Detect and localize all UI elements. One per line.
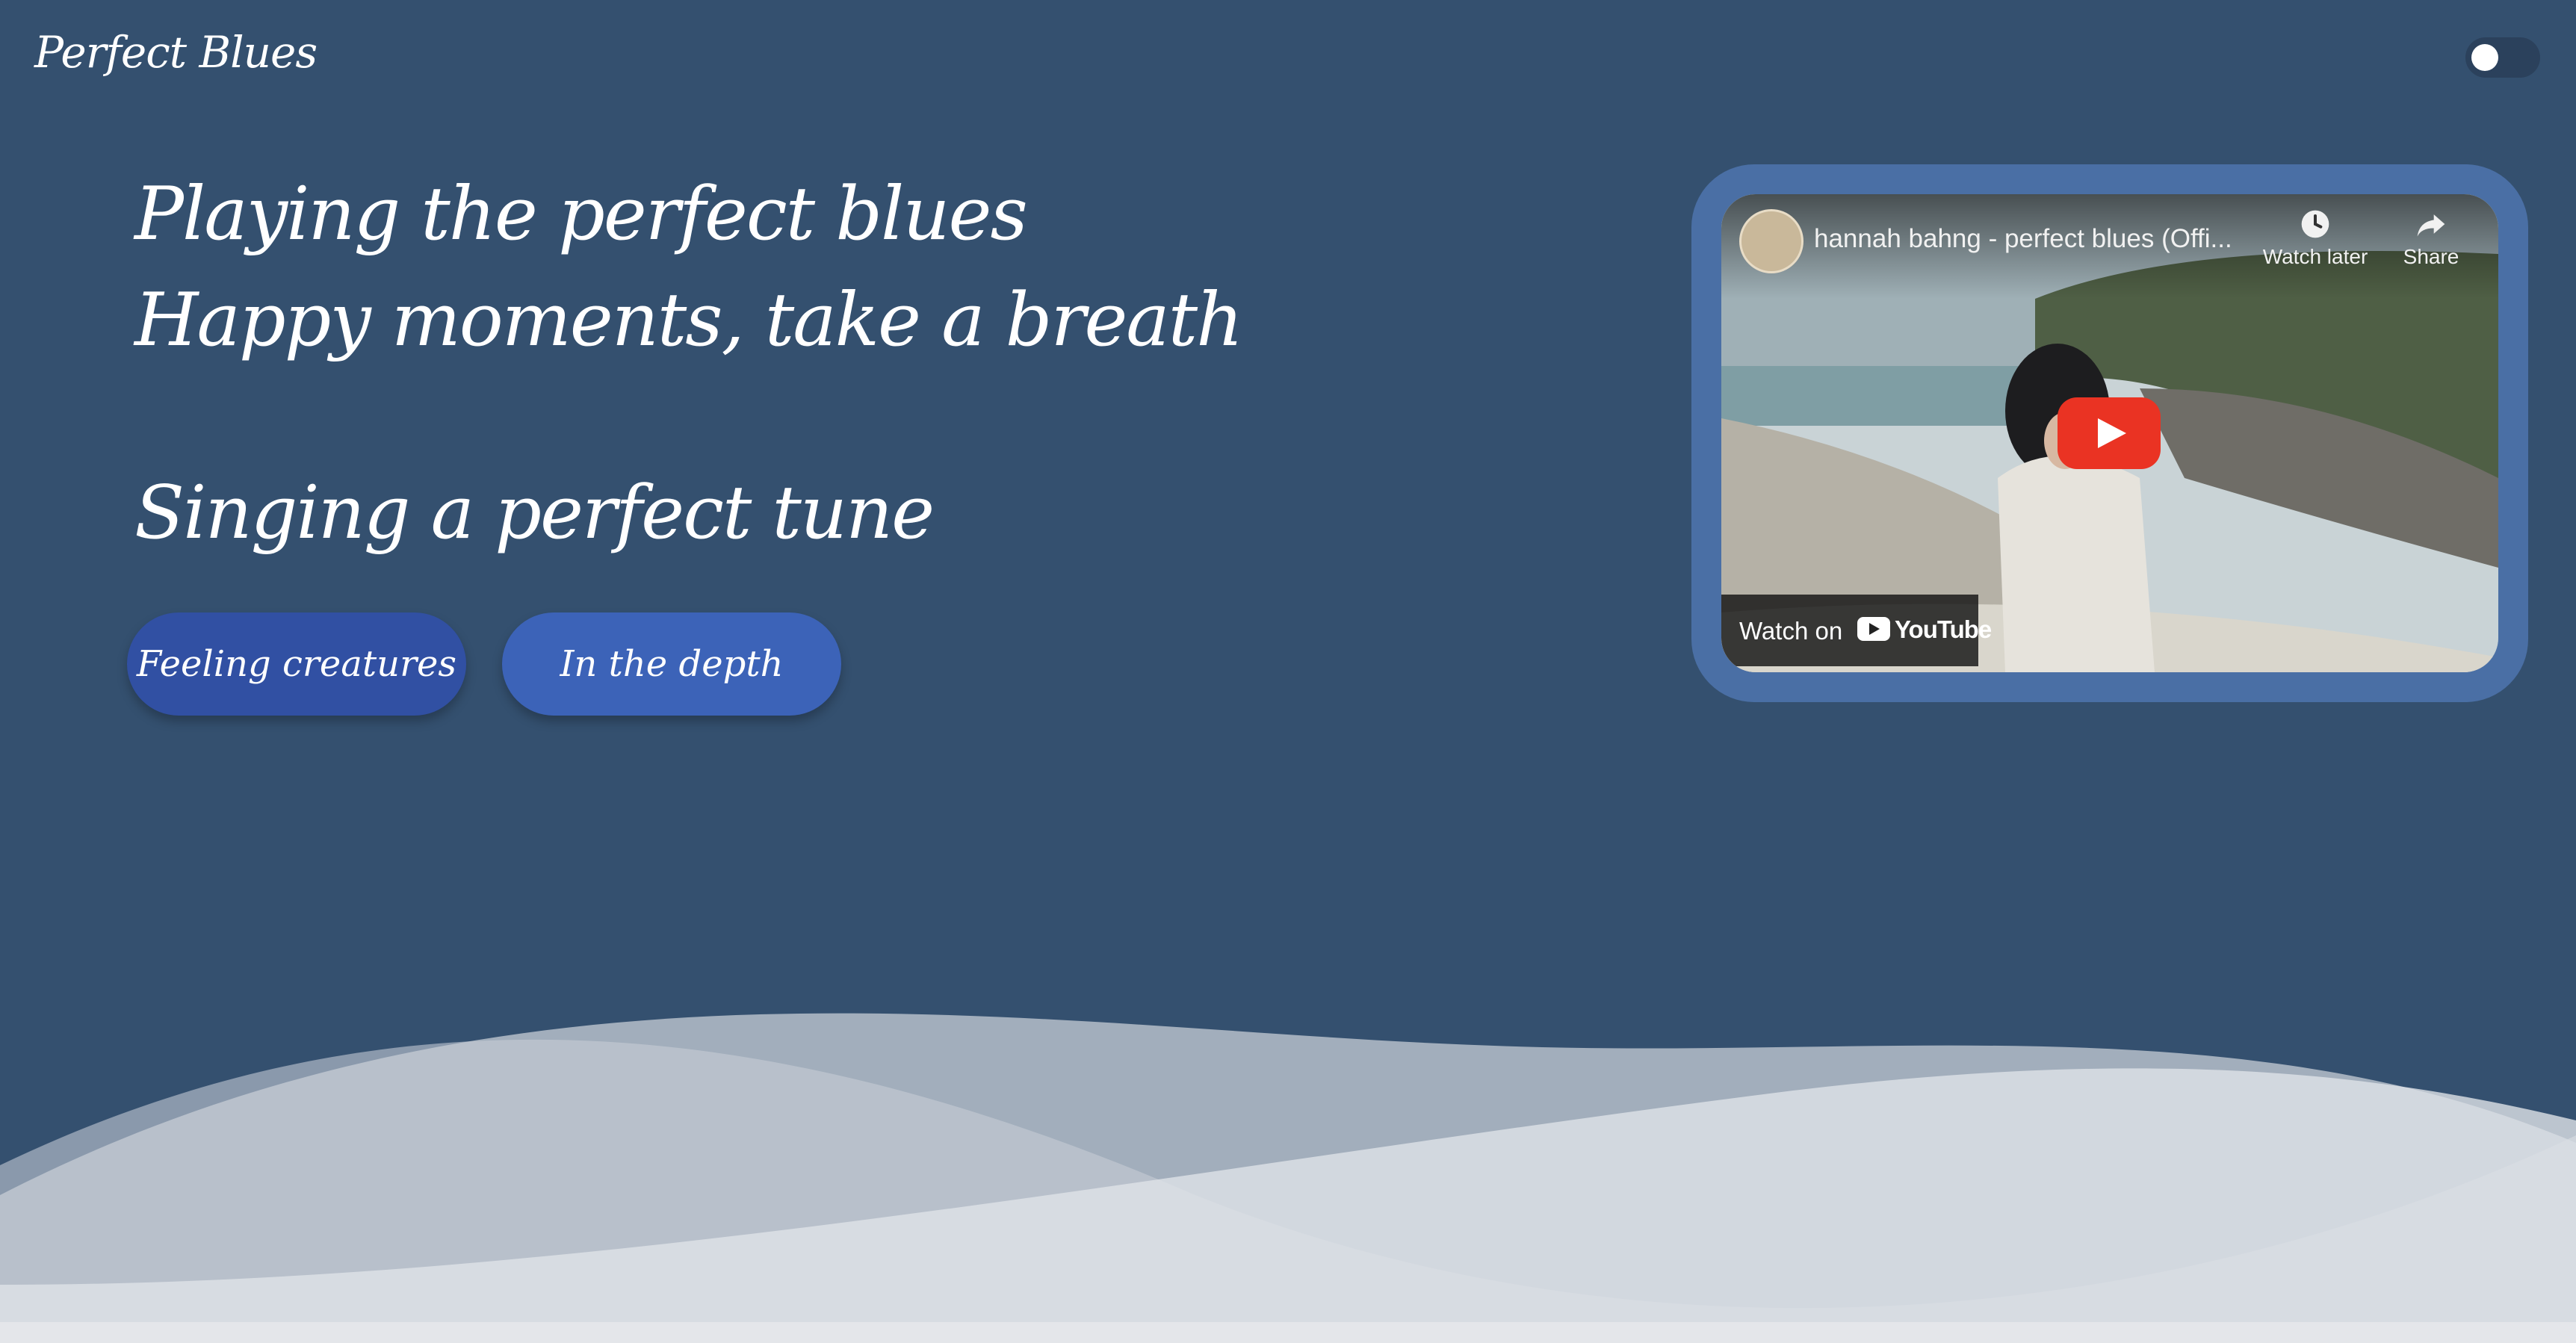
hero-line-2: Happy moments, take a breath xyxy=(134,278,1243,363)
toggle-knob xyxy=(2471,44,2498,71)
clock-icon xyxy=(2301,210,2329,238)
brand-logo[interactable]: Perfect Blues xyxy=(34,27,318,78)
channel-avatar[interactable] xyxy=(1739,209,1803,273)
watch-later-button[interactable]: Watch later xyxy=(2259,208,2371,269)
youtube-logo-icon xyxy=(1857,617,1890,641)
decorative-waves xyxy=(0,1013,2576,1343)
share-button[interactable]: Share xyxy=(2386,208,2476,269)
hero-line-1: Playing the perfect blues xyxy=(134,172,1028,257)
watch-on-youtube-link[interactable]: Watch on YouTube xyxy=(1721,595,1992,666)
share-arrow-icon xyxy=(2417,214,2445,237)
feeling-creatures-button[interactable]: Feeling creatures xyxy=(127,612,466,716)
video-title[interactable]: hannah bahng - perfect blues (Offi... xyxy=(1814,224,2240,254)
share-label: Share xyxy=(2403,245,2459,268)
video-frame: hannah bahng - perfect blues (Offi... Wa… xyxy=(1691,164,2528,702)
youtube-embed[interactable]: hannah bahng - perfect blues (Offi... Wa… xyxy=(1721,194,2498,672)
youtube-wordmark: YouTube xyxy=(1895,615,1992,643)
watch-later-label: Watch later xyxy=(2262,245,2368,268)
theme-toggle[interactable] xyxy=(2465,37,2540,78)
watch-on-label: Watch on xyxy=(1739,617,1843,645)
hero-line-3: Singing a perfect tune xyxy=(134,471,935,556)
in-the-depth-button[interactable]: In the depth xyxy=(502,612,841,716)
play-button[interactable] xyxy=(2058,397,2161,469)
